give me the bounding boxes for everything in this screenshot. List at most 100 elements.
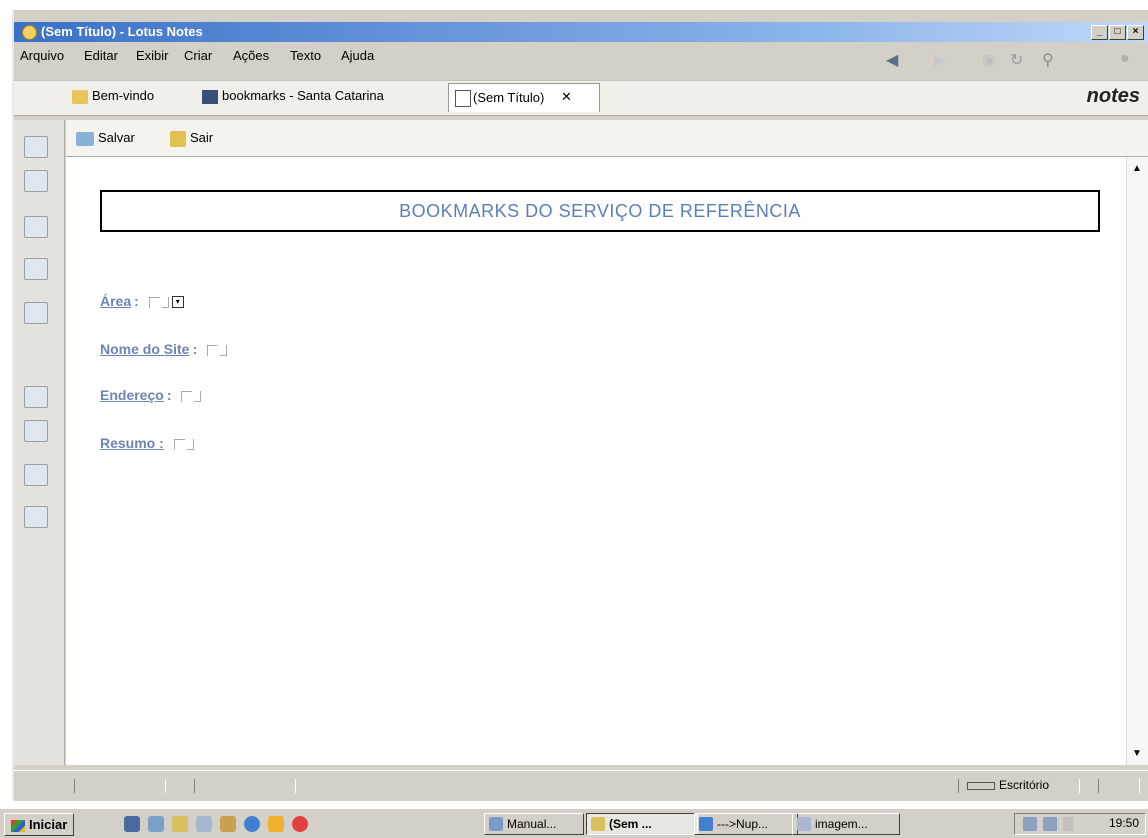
databases-icon[interactable] xyxy=(24,420,48,442)
task-label: imagem... xyxy=(815,817,868,831)
tray-monitor-icon[interactable] xyxy=(1043,817,1057,831)
word-doc-icon xyxy=(489,817,503,831)
scroll-up-icon[interactable]: ▲ xyxy=(1132,163,1142,174)
task-label: (Sem ... xyxy=(609,817,652,831)
tab-label: bookmarks - Santa Catarina xyxy=(222,88,384,103)
scroll-down-icon[interactable]: ▼ xyxy=(1132,748,1142,759)
quicklaunch-app-icon[interactable] xyxy=(292,816,308,832)
menu-editar[interactable]: Editar xyxy=(84,48,118,63)
tab-label: Bem-vindo xyxy=(92,88,155,103)
quicklaunch-word-icon[interactable] xyxy=(124,816,140,832)
forward-arrow-icon[interactable]: ▶ xyxy=(934,50,946,70)
quicklaunch-paint-icon[interactable] xyxy=(196,816,212,832)
ie-icon xyxy=(699,817,713,831)
exit-icon xyxy=(170,130,186,147)
quicklaunch-ie-icon[interactable] xyxy=(244,816,260,832)
start-label: Iniciar xyxy=(29,817,68,832)
task-imagem[interactable]: imagem... xyxy=(792,813,900,835)
form-title: BOOKMARKS DO SERVIÇO DE REFERÊNCIA xyxy=(399,201,801,221)
tab-bem-vindo[interactable]: Bem-vindo xyxy=(72,88,154,104)
field-input-endereco[interactable] xyxy=(181,390,193,402)
field-input-nome-do-site[interactable] xyxy=(207,344,219,356)
lotus-notes-icon xyxy=(591,817,605,831)
status-segment xyxy=(194,779,296,793)
inbox-indicator[interactable] xyxy=(1098,779,1140,793)
quicklaunch-explorer-icon[interactable] xyxy=(148,816,164,832)
field-input-resumo[interactable] xyxy=(173,438,185,450)
field-endereco: Endereço: xyxy=(100,387,202,403)
tab-close-icon[interactable]: ✕ xyxy=(561,89,572,105)
task-nup[interactable]: --->Nup... xyxy=(694,813,798,835)
todo-icon[interactable] xyxy=(24,258,48,280)
search-icon[interactable]: ⚲ xyxy=(1042,50,1054,70)
field-label: Área xyxy=(100,293,132,309)
field-bracket xyxy=(194,390,202,402)
form-header: BOOKMARKS DO SERVIÇO DE REFERÊNCIA xyxy=(100,190,1100,232)
status-bar: Escritório xyxy=(14,770,1148,801)
exit-button[interactable]: Sair xyxy=(170,130,213,147)
vertical-scrollbar[interactable]: ▲ ▼ xyxy=(1126,157,1148,765)
document-icon xyxy=(455,90,471,107)
menu-exibir[interactable]: Exibir xyxy=(136,48,169,63)
mail-icon[interactable] xyxy=(24,136,48,158)
tab-bar: Bem-vindo bookmarks - Santa Catarina (Se… xyxy=(14,80,1148,116)
location-segment[interactable]: Escritório xyxy=(958,778,1080,793)
location-label: Escritório xyxy=(999,778,1050,792)
field-separator: : xyxy=(166,387,172,403)
replicator-icon[interactable] xyxy=(24,302,48,324)
task-manual[interactable]: Manual... xyxy=(484,813,584,835)
menu-criar[interactable]: Criar xyxy=(184,48,212,63)
field-label: Endereço xyxy=(100,387,164,403)
favorites-icon[interactable] xyxy=(24,386,48,408)
window-title: (Sem Título) - Lotus Notes xyxy=(41,24,203,39)
database-icon xyxy=(202,89,218,104)
save-button[interactable]: Salvar xyxy=(76,130,135,146)
tray-network-icon[interactable] xyxy=(1023,817,1037,831)
task-label: Manual... xyxy=(507,817,557,831)
quicklaunch-player-icon[interactable] xyxy=(268,816,284,832)
start-button[interactable]: Iniciar xyxy=(4,813,75,836)
status-segment xyxy=(74,779,166,793)
task-sem-titulo[interactable]: (Sem ... xyxy=(586,813,698,835)
home-icon[interactable]: ● xyxy=(1120,50,1130,68)
field-area: Área: ▾ xyxy=(100,293,184,309)
web-icon[interactable] xyxy=(24,506,48,528)
field-separator: : xyxy=(134,293,139,309)
menu-bar: Arquivo Editar Exibir Criar Ações Texto … xyxy=(14,44,1148,69)
task-label: --->Nup... xyxy=(717,817,769,831)
field-nome-do-site: Nome do Site: xyxy=(100,341,228,357)
quicklaunch-notes-icon[interactable] xyxy=(172,816,188,832)
menu-ajuda[interactable]: Ajuda xyxy=(341,48,374,63)
notes-brand-logo: notes xyxy=(1086,85,1140,107)
back-arrow-icon[interactable]: ◀ xyxy=(886,50,898,70)
calendar-icon[interactable] xyxy=(24,170,48,192)
title-bar: (Sem Título) - Lotus Notes _ □ × xyxy=(14,22,1148,42)
field-bracket xyxy=(161,296,169,308)
menu-acoes[interactable]: Ações xyxy=(233,48,269,63)
stop-icon[interactable]: ◉ xyxy=(982,50,996,70)
menu-texto[interactable]: Texto xyxy=(290,48,321,63)
tab-bookmarks[interactable]: bookmarks - Santa Catarina xyxy=(202,88,384,104)
save-icon xyxy=(76,131,94,146)
field-bracket xyxy=(220,344,228,356)
field-input-area[interactable] xyxy=(148,296,160,308)
windows-logo-icon xyxy=(11,819,25,832)
windows-taskbar: Iniciar Manual... (Sem ... --->Nup... im… xyxy=(0,808,1148,838)
field-label: Resumo : xyxy=(100,435,164,451)
quicklaunch-media-icon[interactable] xyxy=(220,816,236,832)
tray-volume-icon[interactable] xyxy=(1063,817,1073,831)
menu-arquivo[interactable]: Arquivo xyxy=(20,48,64,63)
tab-sem-titulo[interactable]: (Sem Título) ✕ xyxy=(448,83,600,112)
location-icon xyxy=(967,782,995,790)
folder-icon[interactable] xyxy=(24,464,48,486)
minimize-button[interactable]: _ xyxy=(1091,25,1108,40)
action-bar: Salvar Sair xyxy=(66,120,1148,157)
save-label: Salvar xyxy=(98,130,135,145)
address-book-icon[interactable] xyxy=(24,216,48,238)
field-separator: : xyxy=(192,341,198,357)
clock[interactable]: 19:50 xyxy=(1109,816,1139,830)
close-button[interactable]: × xyxy=(1127,25,1144,40)
dropdown-arrow-icon[interactable]: ▾ xyxy=(171,296,184,309)
maximize-button[interactable]: □ xyxy=(1109,25,1126,40)
refresh-icon[interactable]: ↻ xyxy=(1010,50,1023,70)
